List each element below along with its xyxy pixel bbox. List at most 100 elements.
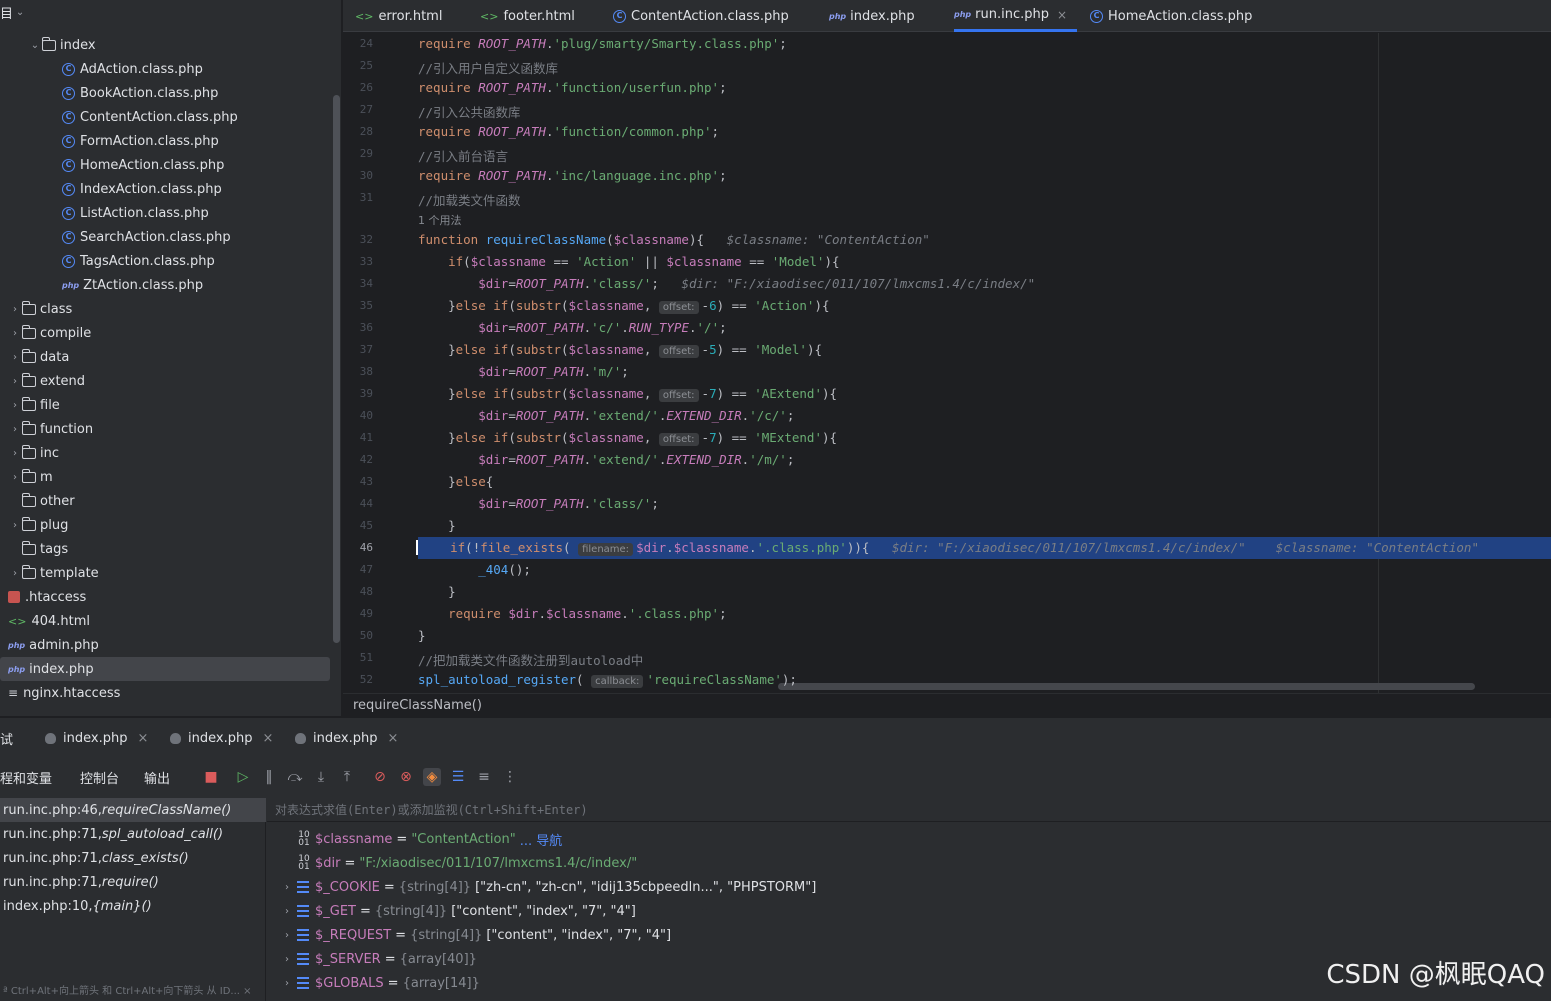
debug-session-tab[interactable]: index.php × bbox=[170, 718, 273, 758]
tab-footer-html[interactable]: <> footer.html bbox=[480, 0, 575, 32]
code-line[interactable]: require ROOT_PATH.'plug/smarty/Smarty.cl… bbox=[418, 36, 787, 51]
code-line[interactable]: $dir=ROOT_PATH.'extend/'.EXTEND_DIR.'/c/… bbox=[418, 408, 794, 423]
code-line[interactable]: require ROOT_PATH.'function/userfun.php'… bbox=[418, 80, 727, 95]
tree-item[interactable]: › inc bbox=[0, 441, 330, 465]
tree-item[interactable]: › m bbox=[0, 465, 330, 489]
variable-row[interactable]: 10 01 $classname = "ContentAction"... 导航 bbox=[267, 827, 1551, 851]
evaluate-expression-input[interactable]: 对表达式求值(Enter)或添加监视(Ctrl+Shift+Enter) bbox=[267, 798, 1551, 822]
tree-item[interactable]: php ZtAction.class.php bbox=[0, 273, 330, 297]
code-line[interactable]: //引入前台语言 bbox=[418, 146, 508, 165]
tree-item[interactable]: ⌄ index bbox=[0, 33, 330, 57]
code-line[interactable]: if($classname == 'Action' || $classname … bbox=[418, 254, 839, 269]
code-line[interactable]: spl_autoload_register( callback:'require… bbox=[418, 672, 797, 688]
variable-row[interactable]: › $_COOKIE = {string[4]} ["zh-cn", "zh-cn", … bbox=[267, 875, 1551, 899]
chevron-right-icon[interactable]: › bbox=[277, 930, 297, 941]
more-icon[interactable]: ⋮ bbox=[501, 768, 519, 786]
chevron-right-icon[interactable]: › bbox=[8, 520, 22, 531]
code-line[interactable]: }else if(substr($classname, offset: -6) =… bbox=[418, 298, 830, 314]
tab-homeaction-class-php[interactable]: C HomeAction.class.php bbox=[1090, 0, 1252, 32]
tree-scrollbar[interactable] bbox=[333, 95, 340, 643]
debug-session-tab[interactable]: index.php × bbox=[295, 718, 398, 758]
chevron-right-icon[interactable]: › bbox=[8, 352, 22, 363]
break-on-first-line-icon[interactable]: ◈ bbox=[423, 768, 441, 786]
chevron-right-icon[interactable]: › bbox=[277, 882, 297, 893]
tab-contentaction-class-php[interactable]: C ContentAction.class.php bbox=[613, 0, 789, 32]
tree-item[interactable]: › plug bbox=[0, 513, 330, 537]
code-line[interactable]: require $dir.$classname.'.class.php'; bbox=[418, 606, 727, 621]
tree-item[interactable]: C FormAction.class.php bbox=[0, 129, 330, 153]
tree-item[interactable]: C TagsAction.class.php bbox=[0, 249, 330, 273]
code-line[interactable]: }else if(substr($classname, offset: -7) =… bbox=[418, 386, 837, 402]
code-line[interactable]: $dir=ROOT_PATH.'extend/'.EXTEND_DIR.'/m/… bbox=[418, 452, 794, 467]
stack-frame[interactable]: run.inc.php:71, require() bbox=[0, 870, 266, 894]
code-line[interactable]: }else{ bbox=[418, 474, 493, 489]
code-line[interactable]: if(!file_exists( filename: $dir.$classnam… bbox=[416, 540, 1479, 556]
resume-icon[interactable]: ▷ bbox=[234, 768, 252, 786]
tree-item[interactable]: php admin.php bbox=[0, 633, 330, 657]
code-line[interactable]: $dir=ROOT_PATH.'class/'; $dir: "F:/xiaod… bbox=[418, 276, 1035, 291]
code-line[interactable]: require ROOT_PATH.'inc/language.inc.php'… bbox=[418, 168, 727, 183]
mute-breakpoints-icon[interactable]: ⊗ bbox=[397, 768, 415, 786]
tab-output[interactable]: 输出 bbox=[144, 760, 170, 794]
chevron-right-icon[interactable]: › bbox=[8, 448, 22, 459]
tree-item[interactable]: php index.php bbox=[0, 657, 330, 681]
pause-icon[interactable]: ‖ bbox=[260, 768, 278, 786]
tree-item[interactable]: C SearchAction.class.php bbox=[0, 225, 330, 249]
code-line[interactable]: //把加载类文件函数注册到autoload中 bbox=[418, 650, 643, 669]
stack-frame[interactable]: run.inc.php:71, class_exists() bbox=[0, 846, 266, 870]
chevron-right-icon[interactable]: › bbox=[8, 376, 22, 387]
chevron-right-icon[interactable]: › bbox=[277, 954, 297, 965]
tree-item[interactable]: other bbox=[0, 489, 330, 513]
code-line[interactable]: } bbox=[418, 584, 456, 599]
tab-console[interactable]: 控制台 bbox=[80, 760, 119, 794]
chevron-right-icon[interactable]: › bbox=[277, 906, 297, 917]
navigate-link[interactable]: ... 导航 bbox=[520, 830, 563, 849]
project-header[interactable]: 目 ⌄ bbox=[0, 0, 341, 24]
close-icon[interactable]: × bbox=[262, 731, 273, 746]
close-icon[interactable]: × bbox=[1057, 8, 1067, 22]
tab-run-inc-php[interactable]: php run.inc.php × bbox=[954, 0, 1077, 32]
breadcrumb-function[interactable]: requireClassName() bbox=[353, 698, 482, 713]
close-icon[interactable]: × bbox=[387, 731, 398, 746]
tree-item[interactable]: C ContentAction.class.php bbox=[0, 105, 330, 129]
stack-frame[interactable]: run.inc.php:46, requireClassName() bbox=[0, 798, 266, 822]
list-icon[interactable]: ☰ bbox=[449, 768, 467, 786]
tree-item[interactable]: › data bbox=[0, 345, 330, 369]
chevron-right-icon[interactable]: › bbox=[277, 978, 297, 989]
view-breakpoints-icon[interactable]: ⊘ bbox=[371, 768, 389, 786]
code-line[interactable]: //引入公共函数库 bbox=[418, 102, 521, 121]
code-line[interactable]: $dir=ROOT_PATH.'m/'; bbox=[418, 364, 629, 379]
code-line[interactable]: $dir=ROOT_PATH.'c/'.RUN_TYPE.'/'; bbox=[418, 320, 726, 335]
horizontal-scrollbar[interactable] bbox=[778, 683, 1475, 690]
code-line[interactable]: } bbox=[418, 628, 426, 643]
code-line[interactable]: //加载类文件函数 bbox=[418, 190, 521, 209]
stop-icon[interactable]: ■ bbox=[202, 768, 220, 786]
breadcrumb[interactable]: requireClassName() bbox=[343, 693, 1551, 716]
code-line[interactable]: _404(); bbox=[418, 562, 531, 577]
chevron-right-icon[interactable]: › bbox=[8, 472, 22, 483]
variable-row[interactable]: › $_GET = {string[4]} ["content", "index", "… bbox=[267, 899, 1551, 923]
tree-item[interactable]: ≡ nginx.htaccess bbox=[0, 681, 330, 705]
chevron-down-icon[interactable]: ⌄ bbox=[13, 7, 27, 18]
step-into-icon[interactable]: ⤓ bbox=[312, 768, 330, 786]
code-line[interactable]: $dir=ROOT_PATH.'class/'; bbox=[418, 496, 659, 511]
code-line[interactable]: }else if(substr($classname, offset: -5) =… bbox=[418, 342, 822, 358]
variable-row[interactable]: 10 01 $dir = "F:/xiaodisec/011/107/lmxcms1.4… bbox=[267, 851, 1551, 875]
chevron-right-icon[interactable]: › bbox=[8, 424, 22, 435]
chevron-right-icon[interactable]: › bbox=[8, 304, 22, 315]
chevron-down-icon[interactable]: ⌄ bbox=[28, 40, 42, 51]
code-line[interactable]: } bbox=[418, 518, 456, 533]
tree-item[interactable]: tags bbox=[0, 537, 330, 561]
add-watch-icon[interactable]: ≡ bbox=[475, 768, 493, 786]
variable-row[interactable]: › $_REQUEST = {string[4]} ["content", "index… bbox=[267, 923, 1551, 947]
tree-item[interactable]: C IndexAction.class.php bbox=[0, 177, 330, 201]
tree-item[interactable]: C AdAction.class.php bbox=[0, 57, 330, 81]
chevron-right-icon[interactable]: › bbox=[8, 400, 22, 411]
stack-frame[interactable]: index.php:10, {main}() bbox=[0, 894, 266, 918]
tree-item[interactable]: › extend bbox=[0, 369, 330, 393]
close-icon[interactable]: × bbox=[137, 731, 148, 746]
tab-index-php[interactable]: php index.php bbox=[829, 0, 915, 32]
chevron-right-icon[interactable]: › bbox=[8, 568, 22, 579]
code-editor[interactable]: 24 require ROOT_PATH.'plug/smarty/Smarty.… bbox=[343, 33, 1551, 693]
step-out-icon[interactable]: ⤒ bbox=[338, 768, 356, 786]
